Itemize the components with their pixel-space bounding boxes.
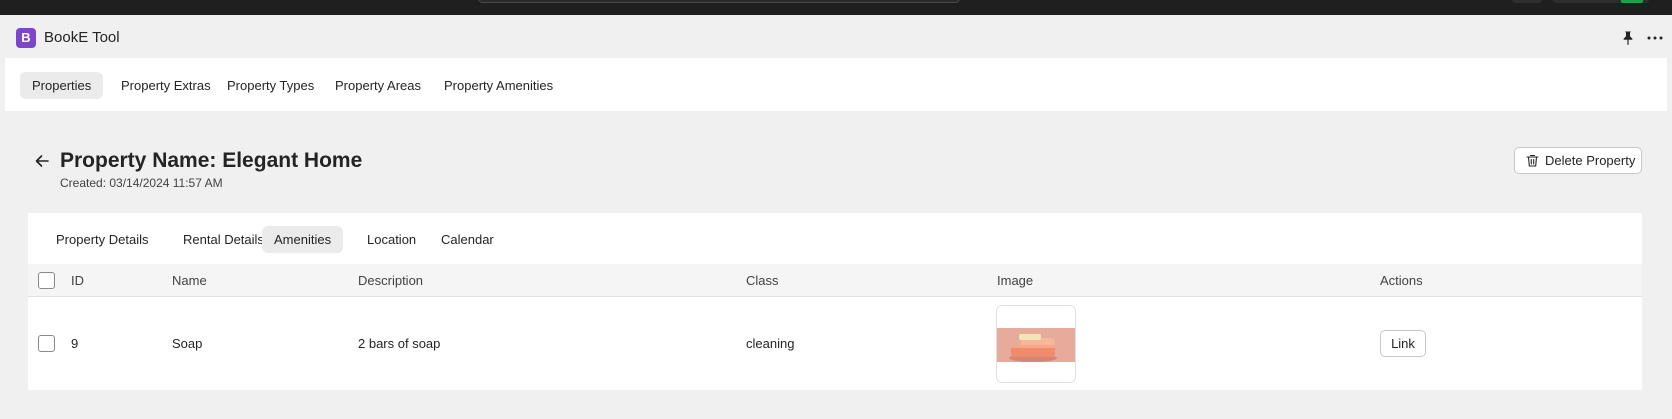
titlebar-control[interactable]: [1512, 0, 1542, 3]
tab-calendar[interactable]: Calendar: [429, 226, 506, 253]
main-nav: Properties Property Extras Property Type…: [5, 58, 1667, 111]
window-search-box[interactable]: [478, 0, 960, 3]
cell-description: 2 bars of soap: [358, 336, 441, 351]
nav-tab-property-extras[interactable]: Property Extras: [109, 72, 223, 99]
amenities-panel: Property Details Rental Details Amenitie…: [28, 213, 1642, 390]
cell-name: Soap: [172, 336, 203, 351]
column-header-description[interactable]: Description: [358, 264, 423, 297]
page-title: Property Name: Elegant Home: [60, 149, 363, 172]
more-horizontal-icon[interactable]: [1646, 30, 1664, 46]
cell-class: cleaning: [746, 336, 795, 351]
arrow-left-icon[interactable]: [33, 152, 51, 170]
created-timestamp: Created: 03/14/2024 11:57 AM: [60, 176, 223, 190]
column-header-image[interactable]: Image: [997, 264, 1033, 297]
column-header-actions[interactable]: Actions: [1380, 264, 1423, 297]
window-titlebar: [0, 0, 1672, 15]
status-indicator: [1621, 0, 1643, 3]
soap-bars-image: [997, 306, 1075, 382]
amenity-image-thumbnail[interactable]: [996, 305, 1076, 383]
tab-rental-details[interactable]: Rental Details: [171, 226, 276, 253]
app-logo: B: [16, 28, 36, 48]
nav-tab-property-types[interactable]: Property Types: [215, 72, 326, 99]
row-checkbox[interactable]: [38, 335, 55, 352]
delete-property-button[interactable]: Delete Property: [1514, 147, 1642, 174]
select-all-checkbox[interactable]: [38, 272, 55, 289]
app-header: B BookE Tool: [0, 15, 1672, 58]
column-header-name[interactable]: Name: [172, 264, 207, 297]
tab-location[interactable]: Location: [355, 226, 428, 253]
table-header: ID Name Description Class Image Actions: [28, 264, 1642, 297]
nav-tab-property-areas[interactable]: Property Areas: [323, 72, 433, 99]
cell-id: 9: [71, 336, 79, 351]
pin-icon[interactable]: [1620, 30, 1636, 46]
column-header-class[interactable]: Class: [746, 264, 779, 297]
tab-amenities[interactable]: Amenities: [262, 226, 344, 253]
tab-property-details[interactable]: Property Details: [44, 226, 160, 253]
delete-property-label: Delete Property: [1545, 153, 1636, 168]
app-title: BookE Tool: [44, 29, 120, 46]
column-header-id[interactable]: ID: [71, 264, 84, 297]
titlebar-status[interactable]: [1553, 0, 1649, 3]
link-button[interactable]: Link: [1380, 330, 1426, 357]
trash-icon: [1526, 154, 1539, 167]
nav-tab-properties[interactable]: Properties: [20, 72, 104, 99]
nav-tab-property-amenities[interactable]: Property Amenities: [432, 72, 565, 99]
